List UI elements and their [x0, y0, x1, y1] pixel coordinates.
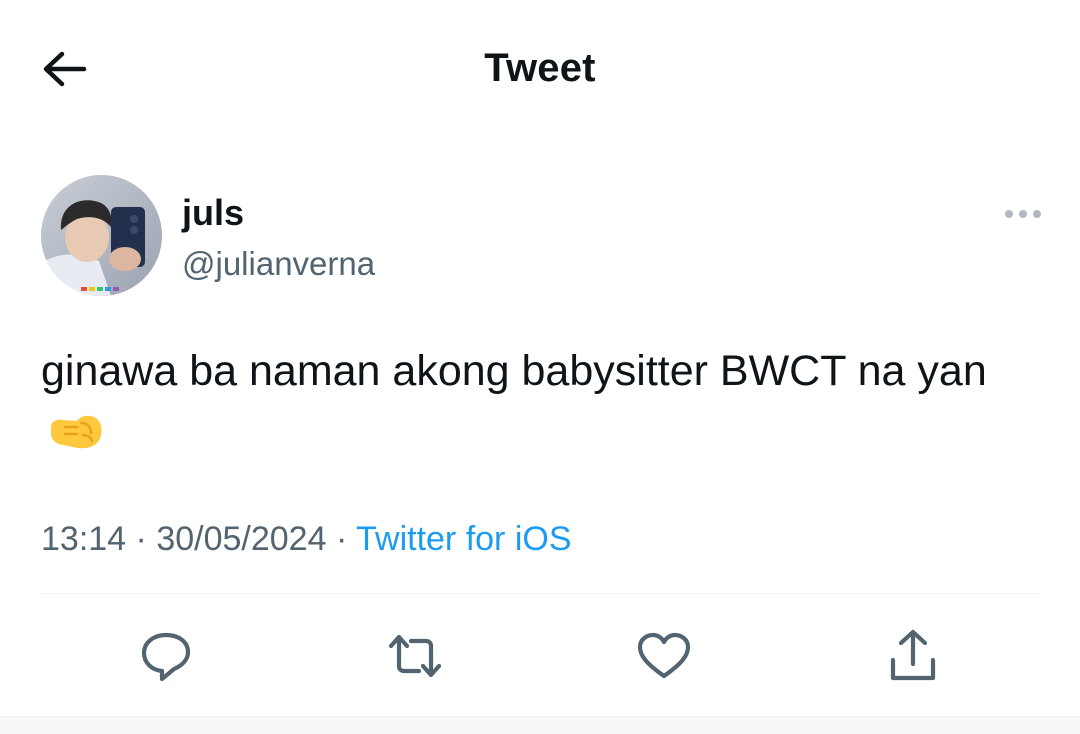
fist-bump-emoji: [47, 407, 105, 470]
display-name[interactable]: juls: [182, 193, 244, 233]
reply-icon: [141, 632, 191, 682]
heart-icon: [637, 632, 691, 679]
user-handle[interactable]: @julianverna: [182, 245, 375, 283]
retweet-icon: [388, 634, 442, 678]
like-button[interactable]: [628, 620, 700, 692]
top-bar: Tweet: [0, 0, 1080, 140]
retweet-button[interactable]: [379, 620, 451, 692]
profile-photo: [41, 175, 162, 296]
avatar[interactable]: [41, 175, 162, 296]
tweet-body: ginawa ba naman akong babysitter BWCT na…: [41, 340, 1031, 470]
tweet-meta: 13:14 · 30/05/2024 · Twitter for iOS: [41, 517, 572, 561]
tweet-date: 30/05/2024: [156, 520, 327, 558]
meta-separator: ·: [135, 520, 147, 558]
share-icon: [890, 629, 936, 681]
tweet-text: ginawa ba naman akong babysitter BWCT na…: [41, 347, 987, 395]
source-link[interactable]: Twitter for iOS: [356, 520, 571, 558]
page-title: Tweet: [484, 46, 596, 90]
divider: [41, 593, 1040, 594]
reply-button[interactable]: [130, 620, 202, 692]
bottom-separator: [0, 716, 1080, 734]
share-button[interactable]: [877, 620, 949, 692]
more-icon: [1005, 210, 1041, 218]
meta-separator-2: ·: [335, 520, 348, 558]
tweet-time: 13:14: [41, 520, 127, 558]
more-options-button[interactable]: [998, 200, 1048, 228]
action-bar: [0, 620, 1080, 692]
